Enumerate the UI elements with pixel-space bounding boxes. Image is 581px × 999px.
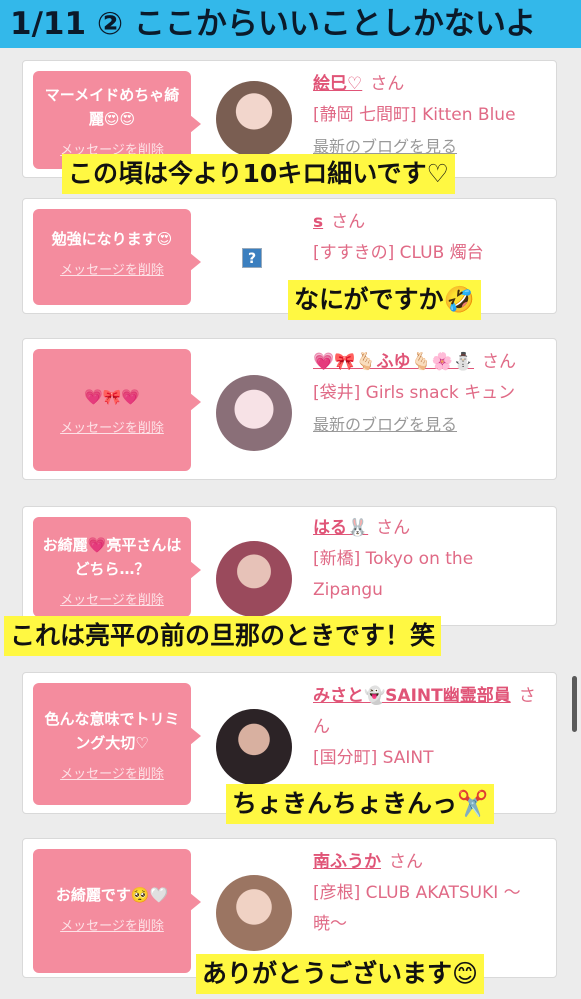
- message-text: 💗🎀💗: [83, 388, 141, 406]
- user-info: はる🐰 さん [新橋] Tokyo on the Zipangu: [313, 513, 546, 606]
- user-name-link[interactable]: はる🐰: [313, 518, 368, 538]
- message-bubble: お綺麗です🥺🤍 メッセージを削除: [33, 849, 201, 973]
- user-name-link[interactable]: みさと👻SAINT幽霊部員: [313, 686, 511, 706]
- delete-message-link[interactable]: メッセージを削除: [33, 589, 191, 608]
- caption: ちょきんちょきんっ✂️: [226, 784, 495, 824]
- delete-message-link[interactable]: メッセージを削除: [33, 417, 191, 436]
- blog-link[interactable]: 最新のブログを見る: [313, 409, 546, 440]
- avatar[interactable]: [216, 875, 292, 951]
- broken-image-icon[interactable]: ?: [242, 248, 262, 268]
- shop-info: [彦根] CLUB AKATSUKI 〜暁〜: [313, 883, 521, 934]
- message-text: 色んな意味でトリミング大切♡: [44, 710, 180, 752]
- message-text: マーメイドめちゃ綺麗😍😍: [44, 86, 180, 128]
- message-bubble: 💗🎀💗 メッセージを削除: [33, 349, 201, 471]
- user-info: 絵巳♡ さん [静岡 七間町] Kitten Blue 最新のブログを見る: [313, 69, 546, 162]
- message-bubble: お綺麗💗亮平さんはどちら…？ メッセージを削除: [33, 517, 201, 617]
- avatar[interactable]: [216, 541, 292, 617]
- shop-info: [すすきの] CLUB 燭台: [313, 243, 484, 263]
- message-text: お綺麗💗亮平さんはどちら…？: [42, 536, 182, 578]
- message-card: 💗🎀💗 メッセージを削除 💗🎀🫰🏻ふゆ🫰🏻🌸⛄ さん [袋井] Girls sna…: [22, 338, 557, 480]
- user-info: みさと👻SAINT幽霊部員 さん [国分町] SAINT: [313, 681, 546, 774]
- message-bubble: 勉強になります😍 メッセージを削除: [33, 209, 201, 305]
- user-info: 💗🎀🫰🏻ふゆ🫰🏻🌸⛄ さん [袋井] Girls snack キュン 最新のブログ…: [313, 347, 546, 440]
- scrollbar[interactable]: [572, 676, 577, 732]
- honorific: さん: [376, 518, 411, 538]
- honorific: さん: [482, 352, 517, 372]
- message-text: お綺麗です🥺🤍: [55, 886, 169, 904]
- user-name-link[interactable]: 💗🎀🫰🏻ふゆ🫰🏻🌸⛄: [313, 352, 474, 372]
- message-text: 勉強になります😍: [51, 230, 173, 248]
- avatar[interactable]: [216, 81, 292, 157]
- avatar[interactable]: [216, 375, 292, 451]
- delete-message-link[interactable]: メッセージを削除: [33, 763, 191, 782]
- caption: この頃は今より10キロ細いです♡: [62, 154, 455, 194]
- caption: ありがとうございます😊: [196, 954, 485, 994]
- shop-info: [静岡 七間町] Kitten Blue: [313, 105, 516, 125]
- caption: これは亮平の前の旦那のときです！笑: [4, 616, 442, 656]
- shop-info: [新橋] Tokyo on the Zipangu: [313, 549, 474, 600]
- page: 1/11 ② ここからいいことしかないよ マーメイドめちゃ綺麗😍😍 メッセージを…: [0, 0, 581, 999]
- honorific: さん: [331, 212, 366, 232]
- honorific: さん: [370, 74, 405, 94]
- delete-message-link[interactable]: メッセージを削除: [33, 259, 191, 278]
- shop-info: [国分町] SAINT: [313, 748, 434, 768]
- message-bubble: 色んな意味でトリミング大切♡ メッセージを削除: [33, 683, 201, 805]
- delete-message-link[interactable]: メッセージを削除: [33, 915, 191, 934]
- page-title: 1/11 ② ここからいいことしかないよ: [0, 0, 581, 48]
- user-name-link[interactable]: 南ふうか: [313, 852, 381, 872]
- user-info: 南ふうか さん [彦根] CLUB AKATSUKI 〜暁〜: [313, 847, 546, 940]
- message-card: お綺麗💗亮平さんはどちら…？ メッセージを削除 はる🐰 さん [新橋] Tokyo…: [22, 506, 557, 626]
- avatar[interactable]: [216, 709, 292, 785]
- shop-info: [袋井] Girls snack キュン: [313, 383, 516, 403]
- user-name-link[interactable]: s: [313, 212, 323, 232]
- user-name-link[interactable]: 絵巳♡: [313, 74, 362, 94]
- honorific: さん: [389, 852, 423, 872]
- user-info: s さん [すすきの] CLUB 燭台: [313, 207, 546, 269]
- caption: なにがですか🤣: [288, 280, 481, 320]
